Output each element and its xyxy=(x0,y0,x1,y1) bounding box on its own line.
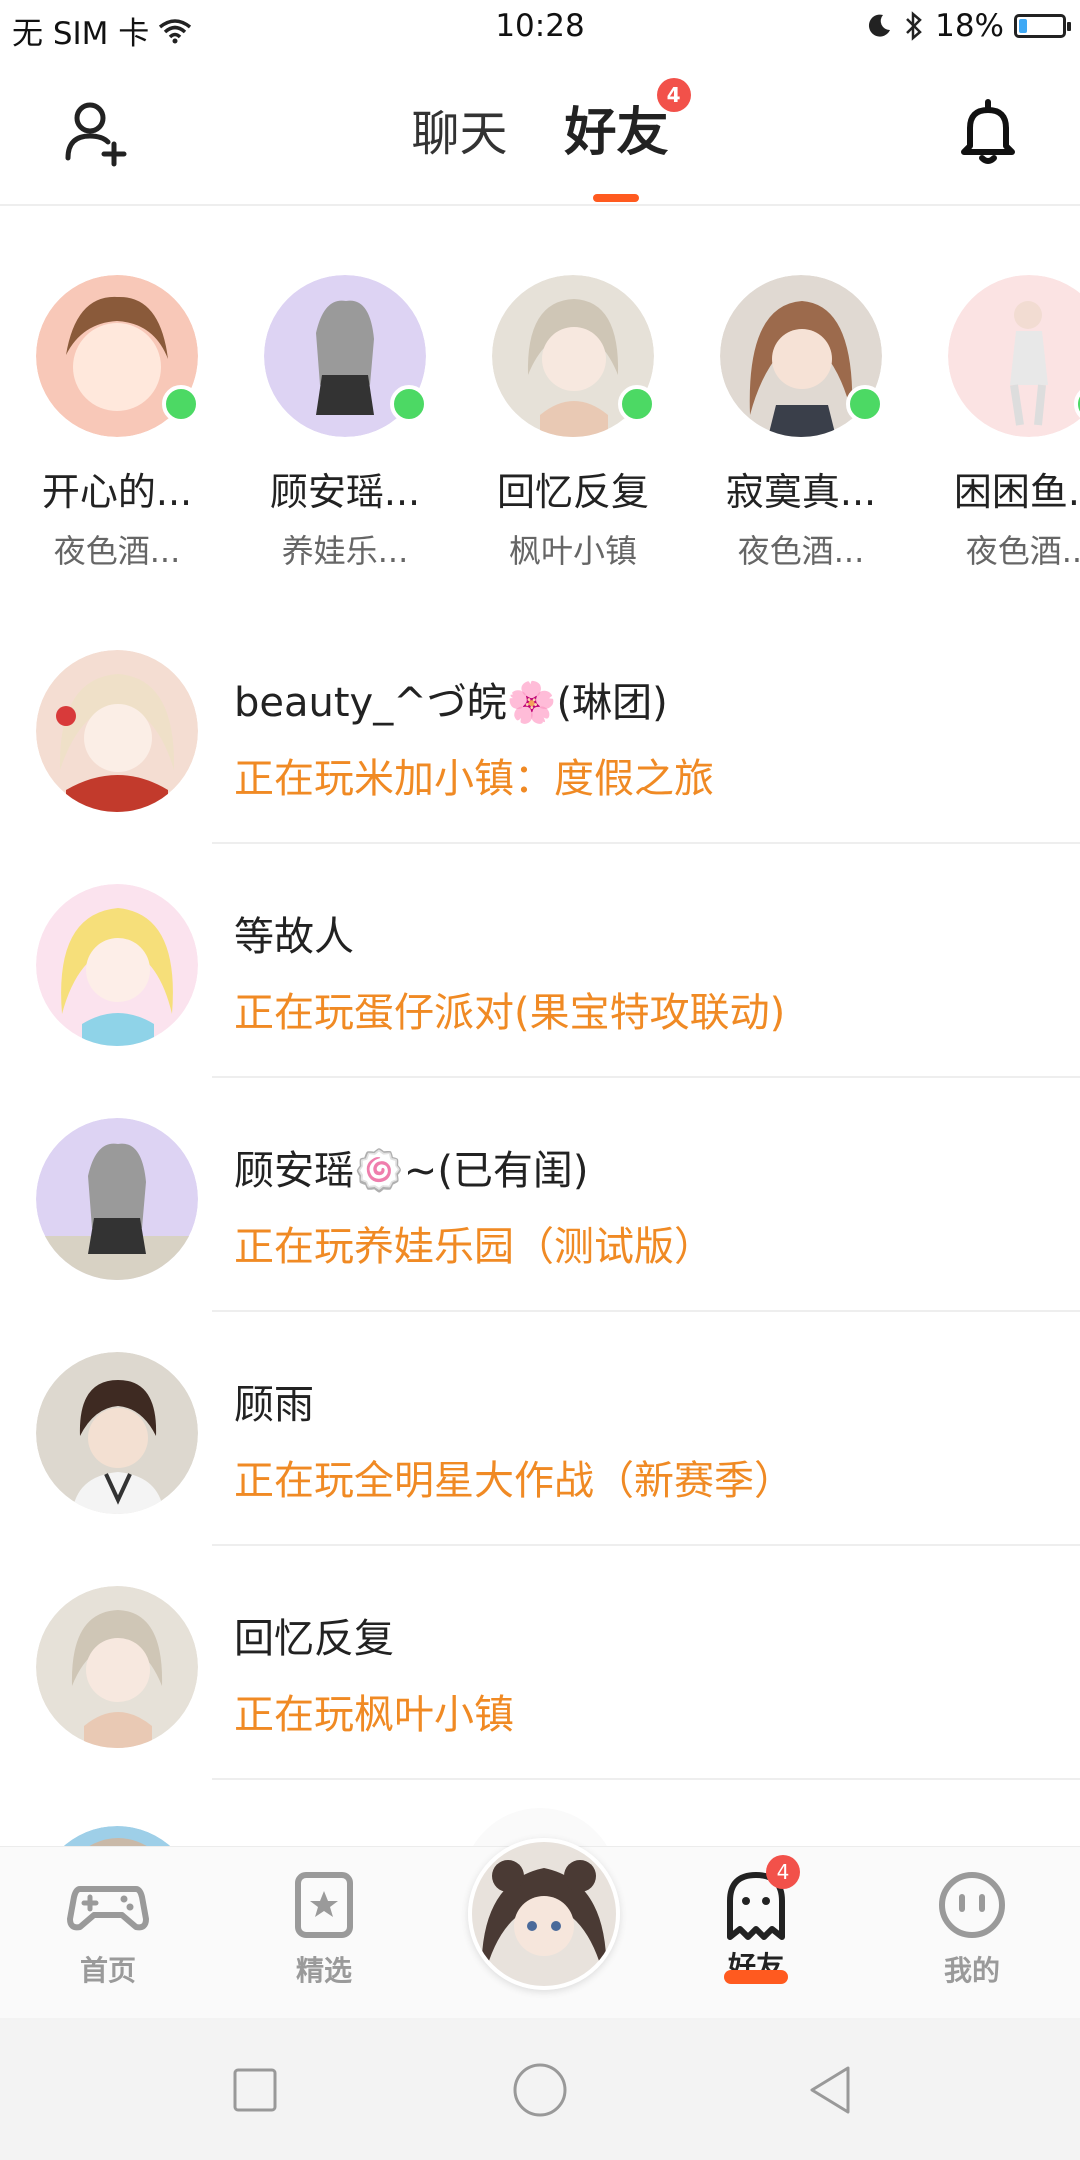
online-friend-game: 养娃乐... xyxy=(281,532,409,570)
friends-list: beauty_^づ皖🌸(琳团) 正在玩米加小镇：度假之旅 等故人 正在玩蛋仔派对… xyxy=(0,610,1080,1780)
online-friend-avatar-wrap xyxy=(36,275,200,437)
nav-friends[interactable]: 4 好友 xyxy=(686,1855,826,1985)
online-friend-game: 夜色酒... xyxy=(53,532,181,570)
online-friend-game: 枫叶小镇 xyxy=(508,532,637,570)
face-icon xyxy=(939,1872,1005,1938)
avatar xyxy=(36,1586,198,1748)
friend-name: 回忆反复 xyxy=(234,1616,394,1662)
friend-name: beauty_^づ皖🌸(琳团) xyxy=(234,680,668,726)
moon-icon xyxy=(869,14,891,37)
nav-friends-badge: 4 xyxy=(766,1855,800,1889)
nav-home-label: 首页 xyxy=(79,1954,136,1987)
back-triangle-icon[interactable] xyxy=(800,2060,860,2120)
online-indicator xyxy=(846,385,884,423)
friend-row[interactable]: 回忆反复 正在玩枫叶小镇 xyxy=(0,1546,1080,1780)
status-bar: 无 SIM 卡 10:28 18% xyxy=(0,0,1080,58)
status-bar-right: 18% xyxy=(865,8,1071,44)
online-friend-name: 困困鱼... xyxy=(953,470,1080,514)
nav-friends-icon-wrap: 4 xyxy=(714,1855,800,1943)
nav-featured[interactable]: 精选 xyxy=(254,1867,394,1989)
online-friend-name: 开心的... xyxy=(41,470,193,514)
online-indicator xyxy=(618,385,656,423)
friends-tab-badge: 4 xyxy=(656,78,691,112)
top-header: 聊天 好友 4 xyxy=(0,58,1080,206)
avatar xyxy=(36,884,198,1046)
tab-friends-label: 好友 xyxy=(564,103,669,163)
friend-row[interactable]: 顾雨 正在玩全明星大作战（新赛季） xyxy=(0,1312,1080,1546)
online-friend-item[interactable]: 开心的... 夜色酒... xyxy=(7,275,227,572)
friend-row[interactable]: 等故人 正在玩蛋仔派对(果宝特攻联动) xyxy=(0,844,1080,1078)
online-friend-avatar-wrap xyxy=(492,275,656,437)
online-friend-avatar-wrap xyxy=(264,275,428,437)
nav-mine-label: 我的 xyxy=(943,1954,1000,1987)
battery-percent: 18% xyxy=(935,8,1004,44)
friend-status: 正在玩米加小镇：度假之旅 xyxy=(234,756,714,802)
friend-status: 正在玩蛋仔派对(果宝特攻联动) xyxy=(234,990,786,1036)
bell-icon[interactable] xyxy=(952,96,1024,168)
active-tab-indicator xyxy=(593,194,639,202)
online-friend-item[interactable]: 寂寞真... 夜色酒... xyxy=(691,275,911,572)
online-friend-item[interactable]: 顾安瑶... 养娃乐... xyxy=(235,275,455,572)
star-bookmark-icon xyxy=(295,1872,353,1938)
nav-mine[interactable]: 我的 xyxy=(902,1867,1042,1989)
battery-fill xyxy=(1019,19,1028,33)
online-indicator xyxy=(162,385,200,423)
friend-status: 正在玩全明星大作战（新赛季） xyxy=(234,1458,794,1504)
chat-friends-tabs: 聊天 好友 4 xyxy=(0,78,1080,165)
avatar xyxy=(36,1118,198,1280)
online-friend-name: 回忆反复 xyxy=(496,470,649,514)
friend-status: 正在玩枫叶小镇 xyxy=(234,1692,514,1738)
online-friend-avatar-wrap xyxy=(720,275,884,437)
online-friend-avatar-wrap xyxy=(948,275,1080,437)
online-friend-item[interactable]: 困困鱼... 夜色酒... xyxy=(919,275,1080,572)
friend-name: 顾安瑶🍥~(已有闺) xyxy=(234,1148,589,1194)
friend-name: 等故人 xyxy=(234,914,354,960)
avatar xyxy=(472,1842,616,1986)
center-avatar-button[interactable] xyxy=(468,1838,620,1990)
online-friends-row: 开心的... 夜色酒... 顾安瑶... 养娃乐... 回忆反复 枫叶小镇 寂寞… xyxy=(0,275,1080,595)
gamepad-icon xyxy=(67,1886,149,1931)
friend-name: 顾雨 xyxy=(234,1382,314,1428)
system-nav-bar xyxy=(0,2018,1080,2160)
nav-active-indicator xyxy=(724,1970,788,1984)
friend-row[interactable]: beauty_^づ皖🌸(琳团) 正在玩米加小镇：度假之旅 xyxy=(0,610,1080,844)
bluetooth-icon xyxy=(906,11,922,41)
tab-chat-label: 聊天 xyxy=(411,106,508,162)
online-friend-item[interactable]: 回忆反复 枫叶小镇 xyxy=(463,275,683,572)
row-divider xyxy=(212,1778,1080,1780)
online-friend-game: 夜色酒... xyxy=(737,532,865,570)
tab-chat[interactable]: 聊天 xyxy=(411,94,507,164)
avatar xyxy=(36,650,198,812)
nav-home[interactable]: 首页 xyxy=(38,1867,178,1989)
friend-row[interactable]: 顾安瑶🍥~(已有闺) 正在玩养娃乐园（测试版） xyxy=(0,1078,1080,1312)
friend-status: 正在玩养娃乐园（测试版） xyxy=(234,1224,714,1270)
online-friend-name: 寂寞真... xyxy=(725,470,877,514)
online-indicator xyxy=(390,385,428,423)
tab-friends[interactable]: 好友 4 xyxy=(564,78,691,165)
avatar xyxy=(948,275,1080,437)
home-circle-icon[interactable] xyxy=(510,2060,570,2120)
battery-icon xyxy=(1014,14,1071,38)
recent-apps-icon[interactable] xyxy=(225,2060,285,2120)
online-friend-game: 夜色酒... xyxy=(965,532,1080,570)
online-friend-name: 顾安瑶... xyxy=(269,470,421,514)
nav-featured-label: 精选 xyxy=(295,1954,352,1987)
avatar xyxy=(36,1352,198,1514)
